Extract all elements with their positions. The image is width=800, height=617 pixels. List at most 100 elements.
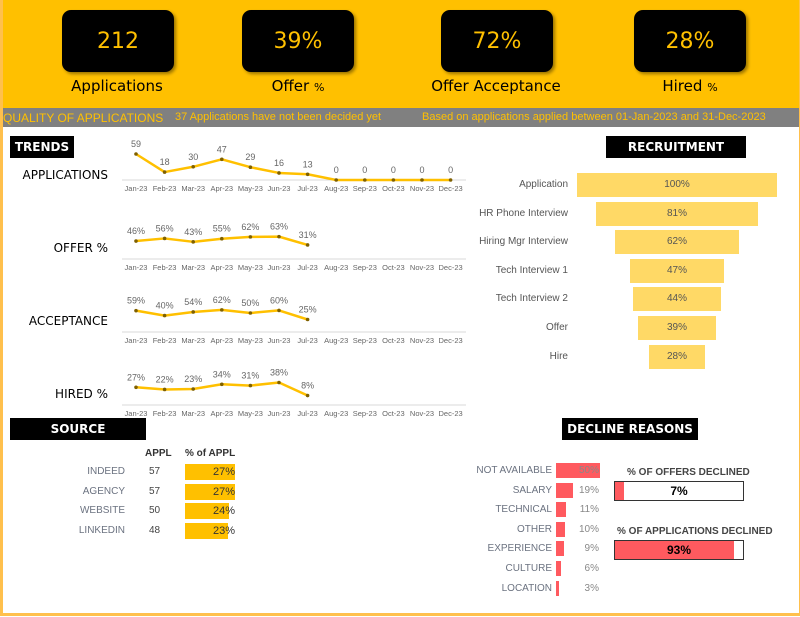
acceptance-x-tick: Oct-23 xyxy=(382,336,405,345)
acceptance-point xyxy=(305,317,310,322)
source-pct-cell: 23% xyxy=(185,523,235,540)
applications-point xyxy=(134,152,138,156)
offer-x-tick: Sep-23 xyxy=(353,263,377,272)
offer-x-tick: Aug-23 xyxy=(324,263,348,272)
applications-x-tick: May-23 xyxy=(238,184,263,193)
applications-point xyxy=(363,178,367,182)
applications-point xyxy=(191,164,195,169)
offer-point xyxy=(277,234,281,239)
decline-reason-label: LOCATION xyxy=(501,582,552,594)
funnel-bar: 44% xyxy=(633,287,721,312)
source-appl-count: 57 xyxy=(149,466,161,477)
source-name: WEBSITE xyxy=(79,505,125,517)
acceptance-x-tick: Aug-23 xyxy=(324,336,348,345)
acceptance-x-tick: Sep-23 xyxy=(353,336,377,345)
hired-data-label: 38% xyxy=(270,368,288,378)
source-col-pct: % of APPL xyxy=(185,448,236,459)
offer-data-label: 46% xyxy=(127,226,145,236)
offer-data-label: 63% xyxy=(270,222,288,232)
source-pct-cell: 24% xyxy=(185,503,235,520)
applications-data-label: 29 xyxy=(245,152,255,162)
funnel-stage-label: Tech Interview 2 xyxy=(495,293,568,305)
acceptance-data-label: 54% xyxy=(184,297,202,307)
applications-x-tick: Jul-23 xyxy=(297,184,317,193)
decline-reason-label: SALARY xyxy=(512,484,552,496)
funnel-stage-label: Hiring Mgr Interview xyxy=(479,236,568,248)
hired-data-label: 22% xyxy=(156,374,174,384)
source-pct-label: 27% xyxy=(212,466,235,478)
hired-point xyxy=(277,380,281,385)
source-pct-cell: 27% xyxy=(185,483,235,500)
applications-data-label: 16 xyxy=(274,158,284,168)
acceptance-data-label: 59% xyxy=(127,296,145,306)
offer-x-tick: May-23 xyxy=(238,263,263,272)
hired-x-tick: Jan-23 xyxy=(125,409,148,418)
hired-x-tick: Mar-23 xyxy=(181,409,205,418)
applications-data-label: 59 xyxy=(131,139,141,149)
hired-x-tick: Jul-23 xyxy=(297,409,317,418)
decline-reason-pct: 50% xyxy=(578,465,599,476)
funnel-bar: 28% xyxy=(649,344,705,369)
applications-point xyxy=(220,157,224,162)
applications-x-tick: Jun-23 xyxy=(268,184,291,193)
hired-x-tick: Oct-23 xyxy=(382,409,405,418)
acceptance-x-tick: Mar-23 xyxy=(181,336,205,345)
offer-data-label: 31% xyxy=(299,230,317,240)
applications-declined-box: 93% xyxy=(614,540,744,560)
acceptance-data-label: 25% xyxy=(299,305,317,315)
applications-x-tick: Mar-23 xyxy=(181,184,205,193)
source-name: LINKEDIN xyxy=(78,525,125,537)
source-appl-count: 48 xyxy=(149,525,161,537)
hired-data-label: 27% xyxy=(127,372,145,382)
hired-x-tick: Apr-23 xyxy=(211,409,234,418)
decline-reason-label: TECHNICAL xyxy=(495,504,552,516)
hired-x-tick: May-23 xyxy=(238,409,263,418)
hired-x-tick: Jun-23 xyxy=(268,409,291,418)
source-appl-count: 50 xyxy=(149,505,161,517)
hired-x-tick: Sep-23 xyxy=(353,409,377,418)
applications-data-label: 30 xyxy=(188,152,198,162)
hired-point xyxy=(305,393,310,398)
applications-x-tick: Jan-23 xyxy=(125,184,148,193)
hired-x-tick: Nov-23 xyxy=(410,409,434,418)
offers-declined-title: % OF OFFERS DECLINED xyxy=(627,467,750,478)
offer-x-tick: Mar-23 xyxy=(181,263,205,272)
offers-declined-box: 7% xyxy=(614,481,744,501)
source-appl-count: 57 xyxy=(149,485,161,497)
hired-point xyxy=(220,382,224,387)
applications-x-tick: Oct-23 xyxy=(382,184,405,193)
offer-x-tick: Oct-23 xyxy=(382,263,405,272)
source-pct-label: 23% xyxy=(212,525,235,538)
offer-point xyxy=(220,236,224,241)
applications-data-label: 13 xyxy=(303,159,313,169)
acceptance-point xyxy=(248,311,253,315)
offer-x-tick: Jul-23 xyxy=(297,263,317,272)
offer-data-label: 56% xyxy=(156,223,174,233)
acceptance-data-label: 60% xyxy=(270,295,288,305)
funnel-bar: 81% xyxy=(596,201,758,226)
applications-data-label: 0 xyxy=(334,165,339,175)
source-name: AGENCY xyxy=(82,485,125,497)
applications-declined-title: % OF APPLICATIONS DECLINED xyxy=(617,526,773,537)
acceptance-point xyxy=(134,308,138,313)
acceptance-data-label: 50% xyxy=(241,298,259,308)
acceptance-data-label: 62% xyxy=(213,295,231,305)
offer-x-tick: Jun-23 xyxy=(268,263,291,272)
offer-x-tick: Jan-23 xyxy=(125,263,148,272)
decline-reason-pct: 19% xyxy=(578,484,599,496)
decline-reason-label: NOT AVAILABLE xyxy=(476,465,552,476)
hired-data-label: 31% xyxy=(241,371,259,381)
funnel-stage-label: HR Phone Interview xyxy=(479,207,568,219)
funnel-bar: 100% xyxy=(577,173,777,197)
applications-point xyxy=(305,172,310,177)
decline-reason-pct: 3% xyxy=(584,582,599,594)
applications-point xyxy=(334,178,339,182)
applications-point xyxy=(162,170,167,174)
acceptance-point xyxy=(220,308,224,312)
decline-reason-pct: 10% xyxy=(578,523,599,535)
applications-declined-value: 93% xyxy=(666,543,692,557)
acceptance-x-tick: Jul-23 xyxy=(297,336,317,345)
offer-point xyxy=(248,235,253,239)
source-pct-label: 27% xyxy=(212,485,235,498)
applications-data-label: 0 xyxy=(391,165,396,175)
